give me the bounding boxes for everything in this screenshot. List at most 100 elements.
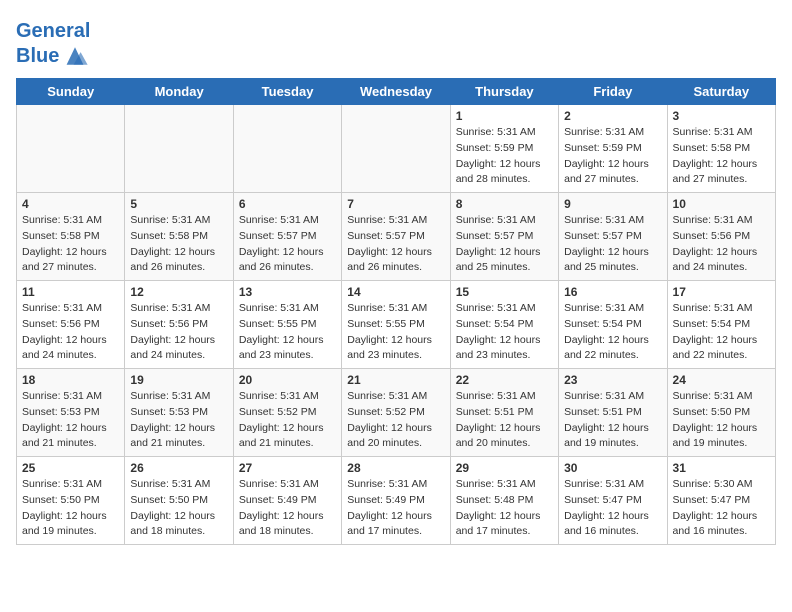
calendar-cell: 5 Sunrise: 5:31 AMSunset: 5:58 PMDaylight… xyxy=(125,193,233,281)
day-info: Sunrise: 5:31 AMSunset: 5:55 PMDaylight:… xyxy=(347,301,444,364)
day-number: 28 xyxy=(347,461,444,475)
day-number: 31 xyxy=(673,461,770,475)
calendar-cell: 29 Sunrise: 5:31 AMSunset: 5:48 PMDayligh… xyxy=(450,457,558,545)
day-number: 15 xyxy=(456,285,553,299)
day-info: Sunrise: 5:31 AMSunset: 5:57 PMDaylight:… xyxy=(239,213,336,276)
day-info: Sunrise: 5:31 AMSunset: 5:58 PMDaylight:… xyxy=(673,125,770,188)
day-header-monday: Monday xyxy=(125,79,233,105)
day-info: Sunrise: 5:31 AMSunset: 5:51 PMDaylight:… xyxy=(564,389,661,452)
day-number: 30 xyxy=(564,461,661,475)
day-header-friday: Friday xyxy=(559,79,667,105)
day-info: Sunrise: 5:31 AMSunset: 5:50 PMDaylight:… xyxy=(130,477,227,540)
calendar-cell: 31 Sunrise: 5:30 AMSunset: 5:47 PMDayligh… xyxy=(667,457,775,545)
days-header-row: SundayMondayTuesdayWednesdayThursdayFrid… xyxy=(17,79,776,105)
calendar-cell: 20 Sunrise: 5:31 AMSunset: 5:52 PMDayligh… xyxy=(233,369,341,457)
day-number: 26 xyxy=(130,461,227,475)
logo-general: General xyxy=(16,20,90,42)
calendar-cell: 10 Sunrise: 5:31 AMSunset: 5:56 PMDayligh… xyxy=(667,193,775,281)
calendar-cell: 12Sunrise: 5:31 AMSunset: 5:56 PMDayligh… xyxy=(125,281,233,369)
week-row-3: 11 Sunrise: 5:31 AMSunset: 5:56 PMDayligh… xyxy=(17,281,776,369)
day-number: 14 xyxy=(347,285,444,299)
day-info: Sunrise: 5:31 AMSunset: 5:56 PMDaylight:… xyxy=(673,213,770,276)
day-info: Sunrise: 5:31 AMSunset: 5:48 PMDaylight:… xyxy=(456,477,553,540)
day-info: Sunrise: 5:30 AMSunset: 5:47 PMDaylight:… xyxy=(673,477,770,540)
calendar-cell: 24Sunrise: 5:31 AMSunset: 5:50 PMDayligh… xyxy=(667,369,775,457)
calendar-cell: 22 Sunrise: 5:31 AMSunset: 5:51 PMDayligh… xyxy=(450,369,558,457)
day-info: Sunrise: 5:31 AMSunset: 5:53 PMDaylight:… xyxy=(130,389,227,452)
day-header-sunday: Sunday xyxy=(17,79,125,105)
calendar-cell xyxy=(342,105,450,193)
calendar-cell: 26 Sunrise: 5:31 AMSunset: 5:50 PMDayligh… xyxy=(125,457,233,545)
day-header-saturday: Saturday xyxy=(667,79,775,105)
calendar-cell: 11 Sunrise: 5:31 AMSunset: 5:56 PMDayligh… xyxy=(17,281,125,369)
week-row-2: 4 Sunrise: 5:31 AMSunset: 5:58 PMDaylight… xyxy=(17,193,776,281)
day-number: 16 xyxy=(564,285,661,299)
day-number: 17 xyxy=(673,285,770,299)
week-row-4: 18Sunrise: 5:31 AMSunset: 5:53 PMDayligh… xyxy=(17,369,776,457)
day-info: Sunrise: 5:31 AMSunset: 5:58 PMDaylight:… xyxy=(22,213,119,276)
day-info: Sunrise: 5:31 AMSunset: 5:52 PMDaylight:… xyxy=(239,389,336,452)
day-number: 6 xyxy=(239,197,336,211)
calendar-cell: 23 Sunrise: 5:31 AMSunset: 5:51 PMDayligh… xyxy=(559,369,667,457)
day-info: Sunrise: 5:31 AMSunset: 5:53 PMDaylight:… xyxy=(22,389,119,452)
day-info: Sunrise: 5:31 AMSunset: 5:50 PMDaylight:… xyxy=(22,477,119,540)
day-info: Sunrise: 5:31 AMSunset: 5:51 PMDaylight:… xyxy=(456,389,553,452)
week-row-5: 25 Sunrise: 5:31 AMSunset: 5:50 PMDayligh… xyxy=(17,457,776,545)
day-info: Sunrise: 5:31 AMSunset: 5:55 PMDaylight:… xyxy=(239,301,336,364)
page-header: General Blue xyxy=(16,16,776,70)
day-number: 29 xyxy=(456,461,553,475)
day-number: 11 xyxy=(22,285,119,299)
day-number: 3 xyxy=(673,109,770,123)
day-number: 10 xyxy=(673,197,770,211)
calendar-cell: 18Sunrise: 5:31 AMSunset: 5:53 PMDayligh… xyxy=(17,369,125,457)
calendar-cell: 25 Sunrise: 5:31 AMSunset: 5:50 PMDayligh… xyxy=(17,457,125,545)
calendar-cell: 2Sunrise: 5:31 AMSunset: 5:59 PMDaylight… xyxy=(559,105,667,193)
day-number: 19 xyxy=(130,373,227,387)
logo-icon xyxy=(61,42,89,70)
day-info: Sunrise: 5:31 AMSunset: 5:57 PMDaylight:… xyxy=(456,213,553,276)
day-header-tuesday: Tuesday xyxy=(233,79,341,105)
day-info: Sunrise: 5:31 AMSunset: 5:49 PMDaylight:… xyxy=(239,477,336,540)
day-info: Sunrise: 5:31 AMSunset: 5:57 PMDaylight:… xyxy=(564,213,661,276)
calendar-cell xyxy=(17,105,125,193)
calendar-cell: 15 Sunrise: 5:31 AMSunset: 5:54 PMDayligh… xyxy=(450,281,558,369)
calendar-cell: 21 Sunrise: 5:31 AMSunset: 5:52 PMDayligh… xyxy=(342,369,450,457)
day-number: 4 xyxy=(22,197,119,211)
calendar-cell: 28 Sunrise: 5:31 AMSunset: 5:49 PMDayligh… xyxy=(342,457,450,545)
day-number: 24 xyxy=(673,373,770,387)
calendar-cell: 19 Sunrise: 5:31 AMSunset: 5:53 PMDayligh… xyxy=(125,369,233,457)
logo: General Blue xyxy=(16,20,90,70)
day-info: Sunrise: 5:31 AMSunset: 5:54 PMDaylight:… xyxy=(564,301,661,364)
day-number: 27 xyxy=(239,461,336,475)
day-info: Sunrise: 5:31 AMSunset: 5:47 PMDaylight:… xyxy=(564,477,661,540)
day-number: 1 xyxy=(456,109,553,123)
day-info: Sunrise: 5:31 AMSunset: 5:52 PMDaylight:… xyxy=(347,389,444,452)
day-info: Sunrise: 5:31 AMSunset: 5:58 PMDaylight:… xyxy=(130,213,227,276)
day-number: 21 xyxy=(347,373,444,387)
calendar-cell: 3 Sunrise: 5:31 AMSunset: 5:58 PMDaylight… xyxy=(667,105,775,193)
calendar-cell: 8Sunrise: 5:31 AMSunset: 5:57 PMDaylight… xyxy=(450,193,558,281)
calendar-cell: 4 Sunrise: 5:31 AMSunset: 5:58 PMDaylight… xyxy=(17,193,125,281)
calendar-cell: 1 Sunrise: 5:31 AMSunset: 5:59 PMDaylight… xyxy=(450,105,558,193)
calendar-cell: 30 Sunrise: 5:31 AMSunset: 5:47 PMDayligh… xyxy=(559,457,667,545)
calendar-cell xyxy=(125,105,233,193)
day-number: 20 xyxy=(239,373,336,387)
day-number: 22 xyxy=(456,373,553,387)
day-number: 9 xyxy=(564,197,661,211)
calendar-cell: 27 Sunrise: 5:31 AMSunset: 5:49 PMDayligh… xyxy=(233,457,341,545)
day-number: 12 xyxy=(130,285,227,299)
calendar-cell: 13Sunrise: 5:31 AMSunset: 5:55 PMDayligh… xyxy=(233,281,341,369)
day-number: 25 xyxy=(22,461,119,475)
day-info: Sunrise: 5:31 AMSunset: 5:49 PMDaylight:… xyxy=(347,477,444,540)
day-number: 7 xyxy=(347,197,444,211)
day-number: 2 xyxy=(564,109,661,123)
calendar-cell: 16 Sunrise: 5:31 AMSunset: 5:54 PMDayligh… xyxy=(559,281,667,369)
day-number: 5 xyxy=(130,197,227,211)
day-info: Sunrise: 5:31 AMSunset: 5:56 PMDaylight:… xyxy=(22,301,119,364)
day-number: 23 xyxy=(564,373,661,387)
day-info: Sunrise: 5:31 AMSunset: 5:59 PMDaylight:… xyxy=(456,125,553,188)
day-header-wednesday: Wednesday xyxy=(342,79,450,105)
day-info: Sunrise: 5:31 AMSunset: 5:54 PMDaylight:… xyxy=(456,301,553,364)
week-row-1: 1 Sunrise: 5:31 AMSunset: 5:59 PMDaylight… xyxy=(17,105,776,193)
day-header-thursday: Thursday xyxy=(450,79,558,105)
